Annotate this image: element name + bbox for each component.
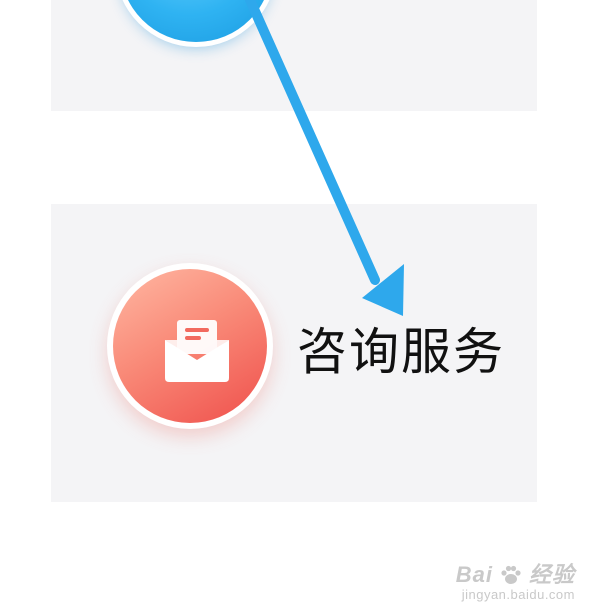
watermark-brand-b: 经验 bbox=[528, 562, 575, 587]
consult-service-label[interactable]: 咨询服务 bbox=[297, 322, 505, 382]
watermark-brand: Bai 经验 bbox=[456, 562, 575, 588]
watermark-url: jingyan.baidu.com bbox=[461, 587, 575, 602]
top-card bbox=[51, 0, 537, 111]
watermark-brand-a: Bai bbox=[455, 562, 493, 587]
screenshot-stage: 咨询服务 Bai 经验 jingyan.baidu.com bbox=[0, 0, 597, 616]
paw-icon bbox=[501, 565, 521, 584]
consult-service-circle bbox=[113, 269, 267, 423]
mail-envelope-icon bbox=[165, 320, 229, 382]
watermark: Bai 经验 jingyan.baidu.com bbox=[456, 562, 575, 602]
consult-service-button[interactable] bbox=[107, 263, 273, 429]
